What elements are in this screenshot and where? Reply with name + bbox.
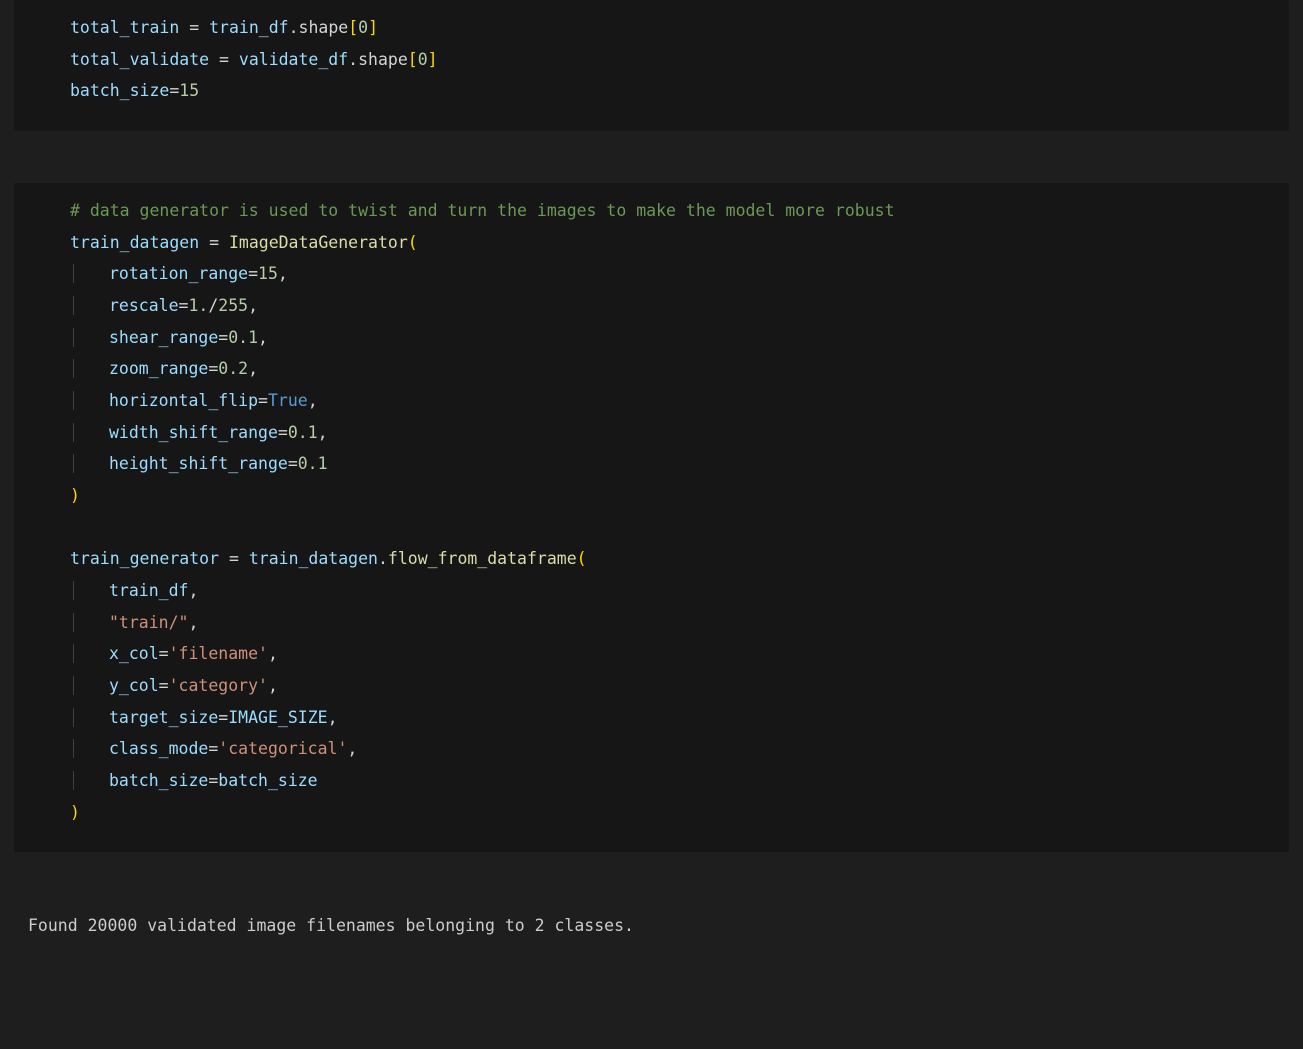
var-total-train: total_train (70, 18, 179, 37)
notebook-view: total_train = train_df.shape[0] total_va… (0, 0, 1303, 948)
comment-line: # data generator is used to twist and tu… (70, 201, 895, 220)
var-train-df: train_df (209, 18, 288, 37)
cell-output: Found 20000 validated image filenames be… (14, 904, 1289, 948)
var-batch-size: batch_size (70, 81, 169, 100)
code-cell-1[interactable]: total_train = train_df.shape[0] total_va… (14, 0, 1289, 131)
var-train-generator: train_generator (70, 549, 219, 568)
call-flow-from-dataframe: flow_from_dataframe (388, 549, 577, 568)
code-cell-2[interactable]: # data generator is used to twist and tu… (14, 183, 1289, 852)
var-total-validate: total_validate (70, 50, 209, 69)
attr-shape: shape (299, 18, 349, 37)
call-imagedatagenerator: ImageDataGenerator (229, 233, 408, 252)
var-train-datagen: train_datagen (70, 233, 199, 252)
var-validate-df: validate_df (239, 50, 348, 69)
